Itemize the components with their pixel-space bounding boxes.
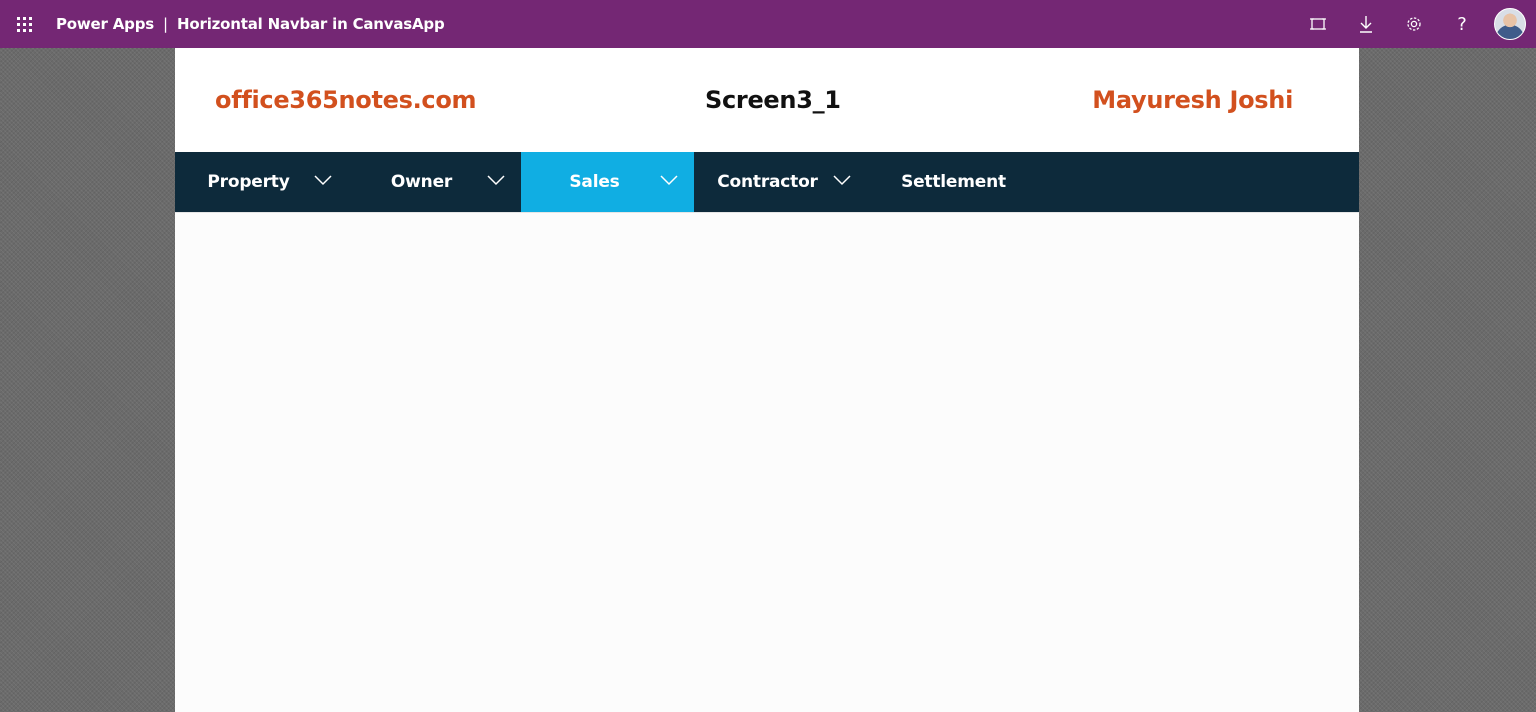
nav-item-sales[interactable]: Sales <box>521 152 694 212</box>
nav-item-label: Sales <box>569 172 620 192</box>
settings-button[interactable] <box>1390 0 1438 48</box>
canvas-app-screen: office365notes.com Screen3_1 Mayuresh Jo… <box>175 48 1359 712</box>
fit-to-window-button[interactable] <box>1294 0 1342 48</box>
nav-item-label: Owner <box>390 172 453 192</box>
horizontal-navbar: Property Owner Sales Contractor Settleme… <box>175 152 1359 212</box>
waffle-icon <box>16 16 32 32</box>
download-icon <box>1360 16 1372 33</box>
author-label: Mayuresh Joshi <box>1092 86 1293 114</box>
settings-icon <box>1407 17 1421 31</box>
navbar-divider <box>175 212 1359 213</box>
chevron-down-icon[interactable] <box>314 174 332 186</box>
screen-header: office365notes.com Screen3_1 Mayuresh Jo… <box>175 48 1359 152</box>
brand-label: office365notes.com <box>215 86 477 114</box>
help-button[interactable]: ? <box>1438 0 1486 48</box>
nav-item-label: Property <box>207 172 290 192</box>
title-separator: | <box>162 15 169 33</box>
user-avatar[interactable] <box>1494 8 1526 40</box>
app-name[interactable]: Power Apps <box>56 15 154 33</box>
power-apps-header: Power Apps | Horizontal Navbar in Canvas… <box>0 0 1536 48</box>
app-launcher-button[interactable] <box>0 0 48 48</box>
nav-item-label: Contractor <box>717 172 818 192</box>
chevron-down-icon[interactable] <box>487 174 505 186</box>
screen-title: Screen3_1 <box>705 86 841 114</box>
chevron-down-icon[interactable] <box>833 174 851 186</box>
nav-item-property[interactable]: Property <box>175 152 348 212</box>
app-title: Horizontal Navbar in CanvasApp <box>177 15 445 33</box>
nav-item-label: Settlement <box>901 172 1006 192</box>
nav-item-settlement[interactable]: Settlement <box>867 152 1040 212</box>
chevron-down-icon[interactable] <box>660 174 678 186</box>
nav-item-owner[interactable]: Owner <box>348 152 521 212</box>
fit-to-window-icon <box>1310 18 1326 30</box>
download-button[interactable] <box>1342 0 1390 48</box>
help-icon: ? <box>1457 13 1467 35</box>
header-actions: ? <box>1294 0 1536 48</box>
nav-item-contractor[interactable]: Contractor <box>694 152 867 212</box>
